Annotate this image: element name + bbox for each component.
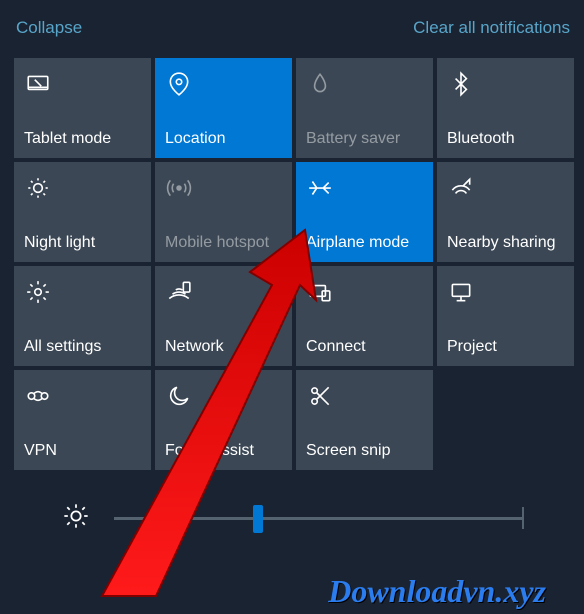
tile-bluetooth[interactable]: Bluetooth — [437, 58, 574, 158]
screen-snip-icon — [306, 382, 334, 410]
tile-focus-assist[interactable]: Focus assist — [155, 370, 292, 470]
tile-airplane-mode[interactable]: Airplane mode — [296, 162, 433, 262]
tile-mobile-hotspot[interactable]: Mobile hotspot — [155, 162, 292, 262]
tile-label: Location — [165, 130, 282, 148]
tile-project[interactable]: Project — [437, 266, 574, 366]
location-icon — [165, 70, 193, 98]
tile-nearby-sharing[interactable]: Nearby sharing — [437, 162, 574, 262]
vpn-icon — [24, 382, 52, 410]
brightness-slider-endcap — [522, 507, 524, 529]
tile-label: Focus assist — [165, 442, 282, 460]
tile-battery-saver[interactable]: Battery saver — [296, 58, 433, 158]
project-icon — [447, 278, 475, 306]
tile-screen-snip[interactable]: Screen snip — [296, 370, 433, 470]
tile-tablet-mode[interactable]: Tablet mode — [14, 58, 151, 158]
battery-saver-icon — [306, 70, 334, 98]
tile-label: Connect — [306, 338, 423, 356]
nearby-sharing-icon — [447, 174, 475, 202]
network-icon — [165, 278, 193, 306]
tile-connect[interactable]: Connect — [296, 266, 433, 366]
tile-location[interactable]: Location — [155, 58, 292, 158]
airplane-icon — [306, 174, 334, 202]
tile-label: Bluetooth — [447, 130, 564, 148]
brightness-row — [0, 502, 584, 535]
tile-label: Project — [447, 338, 564, 356]
connect-icon — [306, 278, 334, 306]
tablet-icon — [24, 70, 52, 98]
tile-label: Tablet mode — [24, 130, 141, 148]
bluetooth-icon — [447, 70, 475, 98]
tile-label: Mobile hotspot — [165, 234, 282, 252]
tile-label: Battery saver — [306, 130, 423, 148]
settings-icon — [24, 278, 52, 306]
watermark: Downloadvn.xyz — [328, 573, 546, 610]
tile-night-light[interactable]: Night light — [14, 162, 151, 262]
quick-action-tiles: Tablet mode Location Battery saver Bluetoot… — [0, 58, 584, 470]
tile-label: All settings — [24, 338, 141, 356]
brightness-icon — [62, 502, 90, 535]
tile-all-settings[interactable]: All settings — [14, 266, 151, 366]
tile-label: VPN — [24, 442, 141, 460]
tile-label: Airplane mode — [306, 234, 423, 252]
tile-network[interactable]: Network — [155, 266, 292, 366]
brightness-slider-thumb[interactable] — [253, 505, 263, 533]
tile-label: Nearby sharing — [447, 234, 564, 252]
tile-label: Night light — [24, 234, 141, 252]
night-light-icon — [24, 174, 52, 202]
brightness-slider[interactable] — [114, 517, 524, 520]
clear-notifications-link[interactable]: Clear all notifications — [413, 18, 570, 38]
hotspot-icon — [165, 174, 193, 202]
tile-label: Screen snip — [306, 442, 423, 460]
collapse-link[interactable]: Collapse — [16, 18, 82, 38]
tile-vpn[interactable]: VPN — [14, 370, 151, 470]
focus-assist-icon — [165, 382, 193, 410]
tile-label: Network — [165, 338, 282, 356]
